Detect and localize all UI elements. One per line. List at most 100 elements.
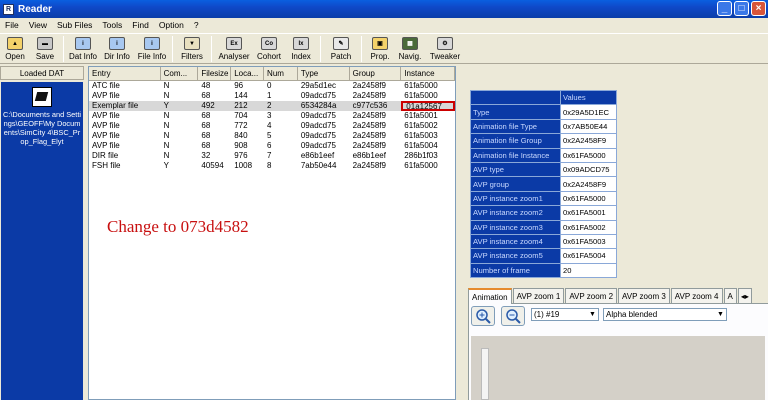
blend-mode-value: Alpha blended xyxy=(606,310,658,319)
prop-button[interactable]: ▣ Prop. xyxy=(365,34,395,64)
property-row[interactable]: AVP type 0x09ADCD75 xyxy=(470,161,617,178)
file-info-button[interactable]: i File Info xyxy=(135,34,169,64)
cohort-button[interactable]: Co Cohort xyxy=(253,34,285,64)
property-row[interactable]: Number of frame 20 xyxy=(470,262,617,279)
menu-find[interactable]: Find xyxy=(127,20,154,30)
menu-file[interactable]: File xyxy=(0,20,24,30)
dir-info-button[interactable]: i Dir Info xyxy=(99,34,135,64)
property-value[interactable]: 0x61FA5003 xyxy=(560,233,617,250)
maximize-button[interactable]: □ xyxy=(734,1,749,16)
column-header-num[interactable]: Num xyxy=(264,67,298,80)
menu-option[interactable]: Option xyxy=(154,20,189,30)
property-value[interactable]: 0x61FA5000 xyxy=(560,147,617,163)
patch-label: Patch xyxy=(330,52,352,61)
property-row[interactable]: AVP instance zoom5 0x61FA5004 xyxy=(470,248,617,264)
menu-view[interactable]: View xyxy=(24,20,52,30)
property-row[interactable]: AVP group 0x2A2458F9 xyxy=(470,176,617,192)
tab-strip: Animation AVP zoom 1 AVP zoom 2 AVP zoom… xyxy=(468,288,768,305)
property-row[interactable]: Animation file Instance 0x61FA5000 xyxy=(470,147,617,163)
property-value[interactable]: 0x61FA5004 xyxy=(560,248,617,264)
blend-mode-select[interactable]: Alpha blended ▼ xyxy=(603,308,727,321)
close-button[interactable]: × xyxy=(751,1,766,16)
save-button[interactable]: ▬ Save xyxy=(30,34,60,64)
table-row[interactable]: AVP file N 68 704 3 09adcd75 2a2458f9 61fa5001 xyxy=(89,111,455,121)
entry-list[interactable]: Entry Com... Filesize Loca... Num Type G… xyxy=(88,66,456,400)
table-cell: 61fa5001 xyxy=(404,111,438,120)
menu-tools[interactable]: Tools xyxy=(97,20,127,30)
patch-button[interactable]: ✎ Patch xyxy=(324,34,358,64)
annotation-text: Change to 073d4582 xyxy=(107,217,249,236)
table-cell: 2a2458f9 xyxy=(352,141,386,150)
table-row[interactable]: AVP file N 68 908 6 09adcd75 2a2458f9 61fa5004 xyxy=(89,141,455,151)
table-cell: 32 xyxy=(201,151,211,160)
table-cell: N xyxy=(163,81,170,90)
table-cell: 61fa5000 xyxy=(404,81,438,90)
minimize-button[interactable]: _ xyxy=(717,1,732,16)
property-value[interactable]: 0x7AB50E44 xyxy=(560,118,617,135)
index-button[interactable]: Ix Index xyxy=(285,34,317,64)
table-cell: 840 xyxy=(234,131,248,140)
table-cell: 61fa5000 xyxy=(404,161,438,170)
table-cell: AVP file xyxy=(92,91,120,100)
tab-overflow[interactable]: A xyxy=(723,288,737,303)
tab-avp-zoom-1[interactable]: AVP zoom 1 xyxy=(512,288,565,303)
splitter[interactable] xyxy=(458,66,462,400)
property-row[interactable]: AVP instance zoom1 0x61FA5000 xyxy=(470,190,617,207)
zoom-out-button[interactable] xyxy=(501,306,525,326)
navig-button[interactable]: ▦ Navig. xyxy=(395,34,425,64)
tab-animation[interactable]: Animation xyxy=(468,288,512,305)
zoom-in-button[interactable] xyxy=(471,306,495,326)
analyser-button[interactable]: Ex Analyser xyxy=(215,34,253,64)
property-value[interactable]: 0x29A5D1EC xyxy=(560,104,617,120)
property-row[interactable]: AVP instance zoom2 0x61FA5001 xyxy=(470,205,617,221)
property-value[interactable]: 0x61FA5000 xyxy=(560,190,617,207)
property-row[interactable]: AVP instance zoom4 0x61FA5003 xyxy=(470,233,617,250)
table-row[interactable]: ATC file N 48 96 0 29a5d1ec 2a2458f9 61fa5000 xyxy=(89,81,455,91)
tab-avp-zoom-2[interactable]: AVP zoom 2 xyxy=(565,288,618,303)
title-bar: R Reader _ □ × xyxy=(0,0,768,18)
property-row[interactable]: AVP instance zoom3 0x61FA5002 xyxy=(470,219,617,235)
column-header-entry[interactable]: Entry xyxy=(89,67,161,80)
property-row[interactable]: Type 0x29A5D1EC xyxy=(470,104,617,120)
tab-avp-zoom-3[interactable]: AVP zoom 3 xyxy=(618,288,670,303)
table-cell: 4 xyxy=(267,121,272,130)
menu-sub-files[interactable]: Sub Files xyxy=(52,20,97,30)
table-row[interactable]: AVP file N 68 772 4 09adcd75 2a2458f9 61fa5002 xyxy=(89,121,455,131)
open-icon: ▲ xyxy=(7,37,23,50)
loaded-dat-item[interactable]: C:\Documents and Settings\GEOFF\My Docum… xyxy=(1,82,83,400)
menu-help[interactable]: ? xyxy=(189,20,204,30)
table-cell: 09adcd75 xyxy=(300,91,337,100)
table-row[interactable]: AVP file N 68 840 5 09adcd75 2a2458f9 61fa5003 xyxy=(89,131,455,141)
property-value[interactable]: 0x2A2458F9 xyxy=(560,133,617,149)
column-header-type[interactable]: Type xyxy=(298,67,350,80)
property-row[interactable]: Animation file Group 0x2A2458F9 xyxy=(470,133,617,149)
column-header-group[interactable]: Group xyxy=(350,67,402,80)
dat-info-button[interactable]: i Dat Info xyxy=(67,34,99,64)
table-row[interactable]: DIR file N 32 976 7 e86b1eef e86b1eef 286b1f03 xyxy=(89,151,455,161)
property-value[interactable]: 0x09ADCD75 xyxy=(560,161,617,178)
table-row[interactable]: FSH file Y 40594 1008 8 7ab50e44 2a2458f9 61fa5… xyxy=(89,161,455,171)
property-row[interactable]: Animation file Type 0x7AB50E44 xyxy=(470,118,617,135)
frame-select[interactable]: (1) #19 ▼ xyxy=(531,308,599,321)
column-header-location[interactable]: Loca... xyxy=(231,67,265,80)
table-row[interactable]: Exemplar file Y 492 212 2 6534284a c977c536 01a… xyxy=(89,101,455,111)
table-row[interactable]: AVP file N 68 144 1 09adcd75 2a2458f9 61fa5000 xyxy=(89,91,455,101)
filters-button[interactable]: ▼ Filters xyxy=(176,34,208,64)
property-value[interactable]: 20 xyxy=(560,262,617,279)
column-header-compressed[interactable]: Com... xyxy=(161,67,199,80)
property-value[interactable]: 0x61FA5002 xyxy=(560,219,617,235)
cohort-icon: Co xyxy=(261,37,277,50)
table-cell: AVP file xyxy=(92,121,120,130)
table-cell: 09adcd75 xyxy=(300,131,337,140)
property-value[interactable]: 0x2A2458F9 xyxy=(560,176,617,192)
tweaker-button[interactable]: ⚙ Tweaker xyxy=(425,34,465,64)
property-key: AVP instance zoom3 xyxy=(470,219,561,235)
tab-scroll-arrows[interactable]: ◂▸ xyxy=(737,288,752,303)
column-header-filesize[interactable]: Filesize xyxy=(198,67,232,80)
table-cell: 2a2458f9 xyxy=(352,131,386,140)
property-value[interactable]: 0x61FA5001 xyxy=(560,205,617,221)
open-button[interactable]: ▲ Open xyxy=(0,34,30,64)
tab-avp-zoom-4[interactable]: AVP zoom 4 xyxy=(670,288,723,303)
dir-info-label: Dir Info xyxy=(104,52,130,61)
column-header-instance[interactable]: Instance xyxy=(401,67,455,80)
